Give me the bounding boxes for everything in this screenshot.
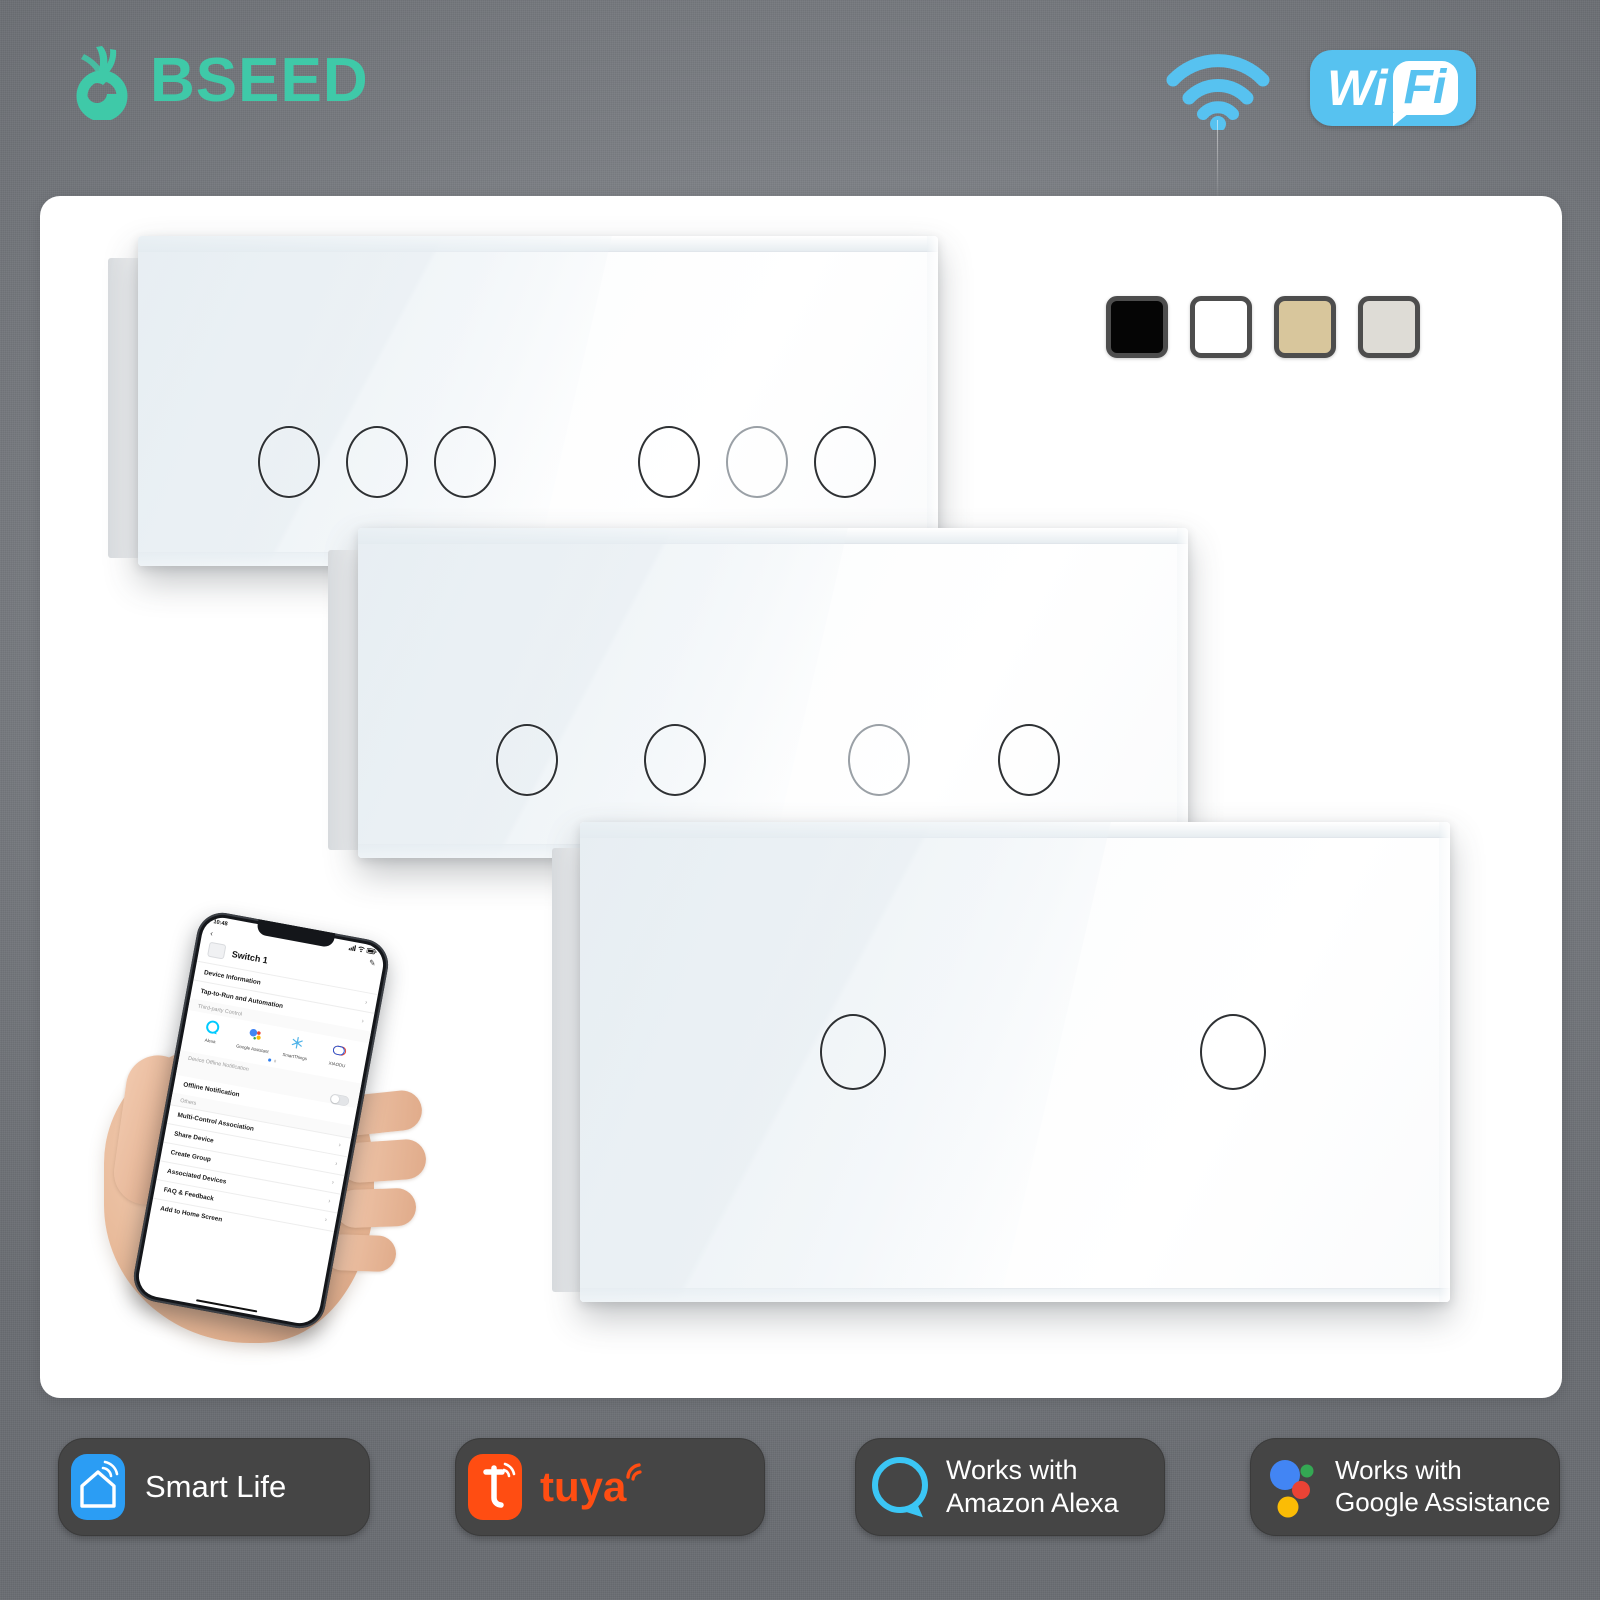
- third-party-smartthings[interactable]: SmartThings: [277, 1032, 317, 1062]
- badge-label: tuya: [540, 1463, 627, 1511]
- touch-button[interactable]: [644, 724, 706, 796]
- touch-button[interactable]: [434, 426, 496, 498]
- chevron-right-icon: ›: [327, 1197, 332, 1206]
- device-thumbnail-icon: [206, 941, 227, 960]
- device-title: Switch 1: [231, 948, 269, 965]
- touch-button[interactable]: [638, 426, 700, 498]
- smartthings-icon: [291, 1037, 303, 1049]
- page-dot[interactable]: [273, 1059, 277, 1063]
- panel-top-bevel: [580, 822, 1450, 838]
- wifi-badge: Wi Fi: [1310, 50, 1476, 127]
- xiaodu-icon: [332, 1045, 347, 1056]
- third-party-google-assistant[interactable]: Google Assistant: [234, 1024, 274, 1054]
- touch-button[interactable]: [726, 426, 788, 498]
- touch-button[interactable]: [814, 426, 876, 498]
- color-options: [1106, 296, 1420, 358]
- product-image-card: 10:48 ‹ ✎ Switch 1 Device Information › …: [40, 196, 1562, 1398]
- google-assistant-icon: [249, 1028, 261, 1040]
- touch-button[interactable]: [258, 426, 320, 498]
- touch-button[interactable]: [998, 724, 1060, 796]
- chevron-right-icon: ›: [364, 998, 368, 1006]
- badge-line2: Amazon Alexa: [946, 1488, 1119, 1518]
- alexa-ring-icon: [206, 1020, 220, 1035]
- panel-right-bevel: [1439, 822, 1450, 1302]
- wifi-badge-wi: Wi: [1327, 60, 1388, 116]
- badge-label: Works with Amazon Alexa: [946, 1454, 1119, 1520]
- wifi-badge-fi: Fi: [1403, 60, 1447, 114]
- chevron-right-icon: ›: [361, 1017, 365, 1025]
- badge-label: Works with Google Assistance: [1335, 1455, 1550, 1518]
- product-6-gang-panel: [108, 236, 938, 566]
- alexa-ring-icon: [872, 1457, 928, 1518]
- panel-body: [580, 822, 1450, 1302]
- tuya-signal-icon: [626, 1463, 642, 1481]
- product-2-gang-panel: [552, 822, 1450, 1302]
- panel-side-depth: [108, 258, 142, 558]
- brand-name: BSEED: [150, 46, 369, 115]
- finger: [335, 1187, 417, 1229]
- row-label: Add to Home Screen: [159, 1205, 223, 1224]
- badge-google-assistance: Works with Google Assistance: [1250, 1438, 1560, 1536]
- swatch-white[interactable]: [1190, 296, 1252, 358]
- badge-label: Smart Life: [145, 1469, 287, 1505]
- cellular-signal-icon: [348, 945, 357, 952]
- panel-top-bevel: [138, 236, 938, 252]
- home-indicator: [195, 1299, 258, 1313]
- badge-tuya: tuya: [455, 1438, 765, 1536]
- panel-right-bevel: [927, 236, 938, 566]
- row-label: Share Device: [173, 1130, 215, 1145]
- touch-button[interactable]: [820, 1014, 886, 1090]
- chevron-right-icon: ›: [337, 1141, 342, 1150]
- wifi-signal-icon: [1163, 52, 1273, 132]
- swatch-black[interactable]: [1106, 296, 1168, 358]
- back-chevron-icon[interactable]: ‹: [209, 929, 213, 938]
- touch-button[interactable]: [346, 426, 408, 498]
- badge-line2: Google Assistance: [1335, 1487, 1551, 1517]
- brand-logo: BSEED: [72, 42, 369, 122]
- tuya-t-icon: [468, 1454, 522, 1520]
- edit-pencil-icon[interactable]: ✎: [368, 958, 376, 968]
- swatch-grey[interactable]: [1358, 296, 1420, 358]
- badge-line1: Works with: [1335, 1455, 1462, 1486]
- third-party-xiaodu[interactable]: XIAODU: [319, 1040, 359, 1070]
- phone-in-hand: 10:48 ‹ ✎ Switch 1 Device Information › …: [96, 905, 466, 1365]
- google-assistant-dots-icon: [1270, 1460, 1314, 1518]
- third-party-alexa[interactable]: Alexa: [192, 1016, 232, 1046]
- row-label: Create Group: [169, 1149, 212, 1164]
- bseed-sprout-logo-icon: [72, 42, 144, 122]
- panel-right-bevel: [1177, 528, 1188, 858]
- product-4-gang-panel: [328, 528, 1188, 858]
- badge-amazon-alexa: Works with Amazon Alexa: [855, 1438, 1165, 1536]
- panel-body: [358, 528, 1188, 858]
- panel-body: [138, 236, 938, 566]
- chevron-right-icon: ›: [331, 1179, 335, 1187]
- badge-smart-life: Smart Life: [58, 1438, 370, 1536]
- swatch-gold[interactable]: [1274, 296, 1336, 358]
- smart-life-house-icon: [71, 1454, 125, 1520]
- panel-top-bevel: [358, 528, 1188, 544]
- page-dot-active[interactable]: [267, 1058, 271, 1062]
- panel-bottom-bevel: [580, 1288, 1450, 1302]
- badge-line1: Works with: [946, 1455, 1078, 1486]
- touch-button[interactable]: [848, 724, 910, 796]
- wifi-icon: [358, 946, 365, 953]
- chevron-right-icon: ›: [324, 1216, 328, 1224]
- compatibility-badges: Smart Life tuya Works with Amazon Alexa: [0, 1438, 1600, 1538]
- wifi-connector-line: [1217, 120, 1218, 198]
- panel-side-depth: [328, 550, 362, 850]
- touch-button[interactable]: [1200, 1014, 1266, 1090]
- chevron-right-icon: ›: [334, 1160, 338, 1168]
- touch-button[interactable]: [496, 724, 558, 796]
- wifi-badge-bubble: Fi: [1392, 60, 1459, 127]
